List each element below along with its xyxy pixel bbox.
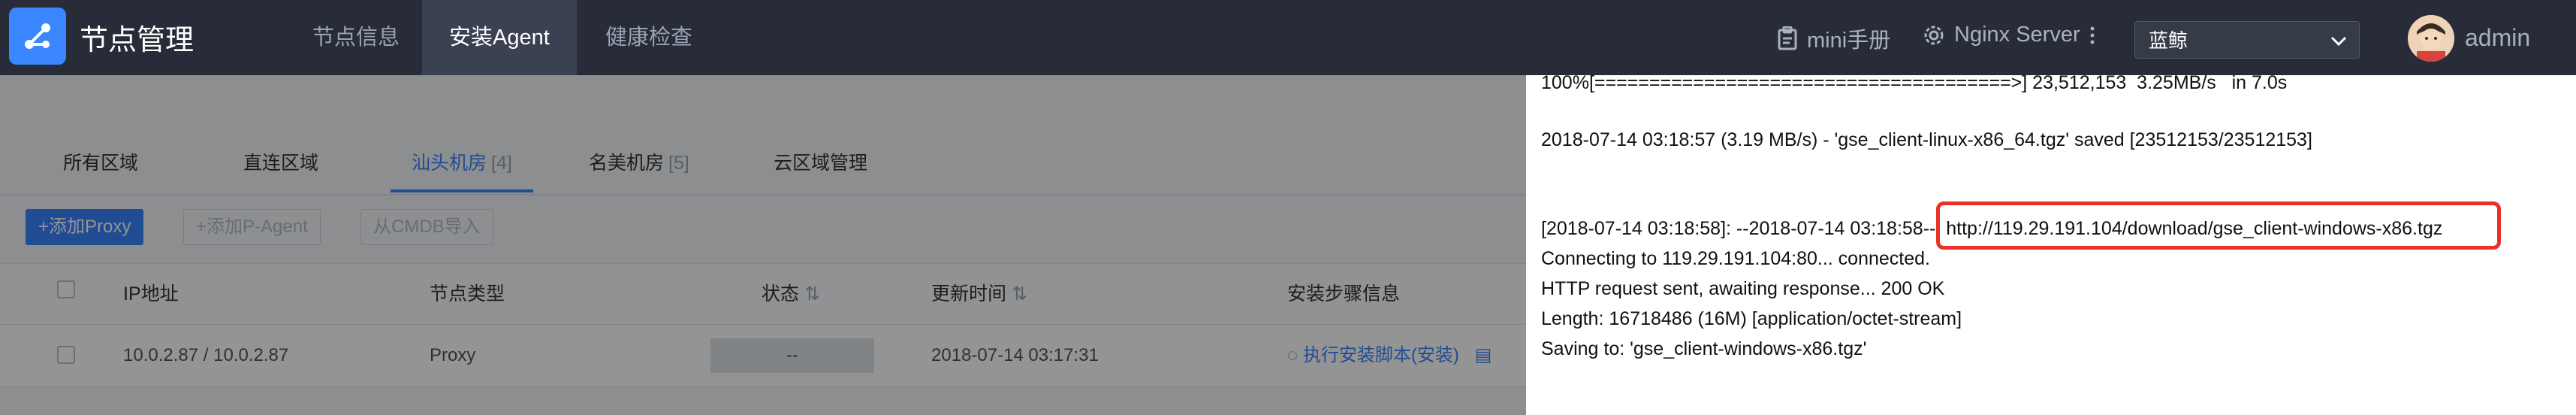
mini-manual-label: mini手册 — [1807, 29, 1891, 53]
user-avatar[interactable] — [2408, 15, 2454, 62]
chevron-down-icon — [2330, 36, 2347, 47]
user-name[interactable]: admin — [2465, 24, 2530, 52]
log-line: Connecting to 119.29.191.104:80... conne… — [1541, 248, 1930, 269]
gear-icon — [1924, 26, 1944, 44]
log-line: 100%[===================================… — [1541, 72, 2288, 93]
app-title: 节点管理 — [80, 25, 195, 56]
nav-tab-health-check[interactable]: 健康检查 — [578, 0, 719, 75]
top-navigation-bar: 节点管理 节点信息 安装Agent 健康检查 mini手册 Nginx Serv… — [0, 0, 2576, 75]
app-logo-icon[interactable] — [9, 8, 66, 65]
region-select-value: 蓝鲸 — [2149, 29, 2188, 52]
url-highlight-annotation — [1936, 201, 2501, 250]
nav-tab-install-agent[interactable]: 安装Agent — [422, 0, 577, 75]
log-line: Length: 16718486 (16M) [application/octe… — [1541, 308, 1962, 329]
more-vertical-icon[interactable] — [2089, 26, 2095, 45]
region-select[interactable]: 蓝鲸 — [2134, 21, 2360, 59]
nginx-server-label: Nginx Server — [1954, 23, 2080, 47]
modal-overlay[interactable] — [0, 75, 1526, 415]
nav-tab-node-info[interactable]: 节点信息 — [285, 0, 427, 75]
clipboard-icon — [1778, 26, 1797, 50]
log-line: HTTP request sent, awaiting response... … — [1541, 278, 1945, 299]
mini-manual-link[interactable]: mini手册 — [1777, 23, 1890, 54]
log-line: 2018-07-14 03:18:57 (3.19 MB/s) - 'gse_c… — [1541, 129, 2312, 150]
log-line: Saving to: 'gse_client-windows-x86.tgz' — [1541, 338, 1867, 359]
nginx-server-menu[interactable]: Nginx Server — [1923, 23, 2095, 47]
